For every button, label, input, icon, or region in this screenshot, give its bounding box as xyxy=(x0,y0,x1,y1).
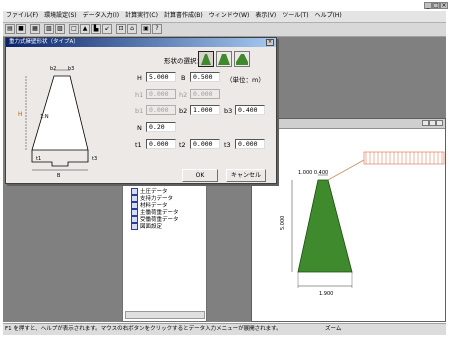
label-t2: t2 xyxy=(179,141,186,149)
calc-icon[interactable]: ▣ xyxy=(141,24,151,34)
label-b2: b2 xyxy=(179,107,188,115)
menu-data-input[interactable]: データ入力(I) xyxy=(80,11,122,21)
label-b3: b3 xyxy=(224,107,233,115)
menu-report[interactable]: 計算書作成(B) xyxy=(161,11,206,21)
drawing-window: 1.000 0.400 5.000 1.900 xyxy=(251,118,446,322)
document-icon xyxy=(131,223,138,230)
label-t1: t1 xyxy=(135,141,142,149)
shape-a-button[interactable] xyxy=(198,51,214,67)
menu-file[interactable]: ファイル(F) xyxy=(3,11,41,21)
save-icon[interactable]: ■ xyxy=(16,24,26,34)
tree-horizontal-scrollbar[interactable] xyxy=(125,311,205,319)
label-b1: b1 xyxy=(135,107,144,115)
top-dim-label: 1.000 0.400 xyxy=(298,170,328,176)
help-icon[interactable]: ? xyxy=(152,24,162,34)
menu-window[interactable]: ウィンドウ(W) xyxy=(206,11,253,21)
ok-button[interactable]: OK xyxy=(182,169,218,182)
input-t3[interactable]: 0.000 xyxy=(235,139,265,149)
load-outline xyxy=(363,151,445,165)
shape-icon[interactable]: ▲ xyxy=(80,24,90,34)
label-h1: h1 xyxy=(135,91,144,99)
drawing-maximize-button[interactable] xyxy=(429,120,436,126)
shape-c-button[interactable] xyxy=(234,51,250,67)
minimize-button[interactable]: _ xyxy=(424,2,432,9)
app-title-bar xyxy=(3,2,446,10)
sketch-label-t3: t3 xyxy=(92,156,97,162)
sketch-label-b2: b2 xyxy=(50,66,56,72)
input-b[interactable]: 0.500 xyxy=(190,72,220,82)
menu-bar: ファイル(F) 環境設定(S) データ入力(I) 計算実行(C) 計算書作成(B) ウィン… xyxy=(3,11,446,23)
surcharge-load xyxy=(363,151,445,165)
input-h2: 0.000 xyxy=(190,89,220,99)
dialog-title: 重力式擁壁形状（タイプA） xyxy=(6,38,276,47)
label-h2: h2 xyxy=(179,91,188,99)
maximize-button[interactable]: □ xyxy=(432,2,440,9)
base-dim-label: 1.900 xyxy=(319,291,333,297)
pen-icon[interactable]: ↙ xyxy=(102,24,112,34)
status-mode: ズーム xyxy=(325,326,342,332)
close-button[interactable]: × xyxy=(440,2,448,9)
shape-b-button[interactable] xyxy=(216,51,232,67)
status-bar: F1 を押すと、ヘルプが表示されます。マウスの右ボタンをクリックするとデータ入力… xyxy=(3,323,446,335)
menu-tools[interactable]: ツール(T) xyxy=(279,11,311,21)
zoom-icon[interactable]: ⊡ xyxy=(116,24,126,34)
input-b2[interactable]: 1.000 xyxy=(190,105,220,115)
sketch-label-t1: t1 xyxy=(36,156,41,162)
height-dim-label: 5.000 xyxy=(280,216,286,230)
load-ticks xyxy=(365,152,443,164)
sketch-label-h: H xyxy=(18,111,23,118)
input-n[interactable]: 0.20 xyxy=(146,122,176,132)
sketch-label-ratio: 1:N xyxy=(40,114,49,120)
label-n: N xyxy=(137,124,142,132)
fit-icon[interactable]: ⌂ xyxy=(127,24,137,34)
frame-icon[interactable]: □ xyxy=(69,24,79,34)
input-h1: 0.000 xyxy=(146,89,176,99)
tree-item-drawing[interactable]: 図面設定 xyxy=(131,222,162,230)
sketch-label-b: B xyxy=(57,173,61,178)
cancel-button[interactable]: キャンセル xyxy=(226,169,266,182)
drawing-close-button[interactable] xyxy=(436,120,443,126)
drawing-minimize-button[interactable] xyxy=(422,120,429,126)
menu-settings[interactable]: 環境設定(S) xyxy=(41,11,80,21)
section-icon[interactable]: ▙ xyxy=(91,24,101,34)
label-b: B xyxy=(181,74,186,82)
menu-calculate[interactable]: 計算実行(C) xyxy=(122,11,161,21)
data-tree-window: 土圧データ 支持力データ 材料データ 主働荷重データ 受働荷重データ 図面設定 xyxy=(122,172,207,322)
status-help-text: F1 を押すと、ヘルプが表示されます。マウスの右ボタンをクリックするとデータ入力… xyxy=(5,326,282,332)
input-h[interactable]: 5.000 xyxy=(146,72,176,82)
input-t2[interactable]: 0.000 xyxy=(190,139,220,149)
menu-view[interactable]: 表示(V) xyxy=(252,11,279,21)
wall-shape-dialog: 重力式擁壁形状（タイプA） × b2 b3 H 1:N t1 t3 B 形状の選… xyxy=(5,37,277,184)
label-t3: t3 xyxy=(224,141,231,149)
print-icon[interactable]: ▦ xyxy=(30,24,40,34)
backfill-line xyxy=(327,159,365,181)
dialog-close-button[interactable]: × xyxy=(266,39,274,46)
open-icon[interactable]: ▤ xyxy=(5,24,15,34)
export-icon[interactable]: ▨ xyxy=(55,24,65,34)
input-b1: 0.000 xyxy=(146,105,176,115)
input-b3[interactable]: 0.400 xyxy=(235,105,265,115)
sketch-label-b3: b3 xyxy=(68,66,74,72)
wall-drawing-canvas: 1.000 0.400 5.000 1.900 xyxy=(280,151,445,297)
unit-label: （単位：m） xyxy=(226,76,265,84)
label-h: H xyxy=(137,74,142,82)
preview-icon[interactable]: ▧ xyxy=(44,24,54,34)
menu-help[interactable]: ヘルプ(H) xyxy=(312,11,345,21)
input-t1[interactable]: 0.000 xyxy=(146,139,176,149)
wall-sketch: b2 b3 H 1:N t1 t3 B xyxy=(18,66,97,178)
toolbar: ▤ ■ ▦ ▧ ▨ □ ▲ ▙ ↙ ⊡ ⌂ ▣ ? xyxy=(3,23,446,37)
wall-body xyxy=(297,179,353,273)
